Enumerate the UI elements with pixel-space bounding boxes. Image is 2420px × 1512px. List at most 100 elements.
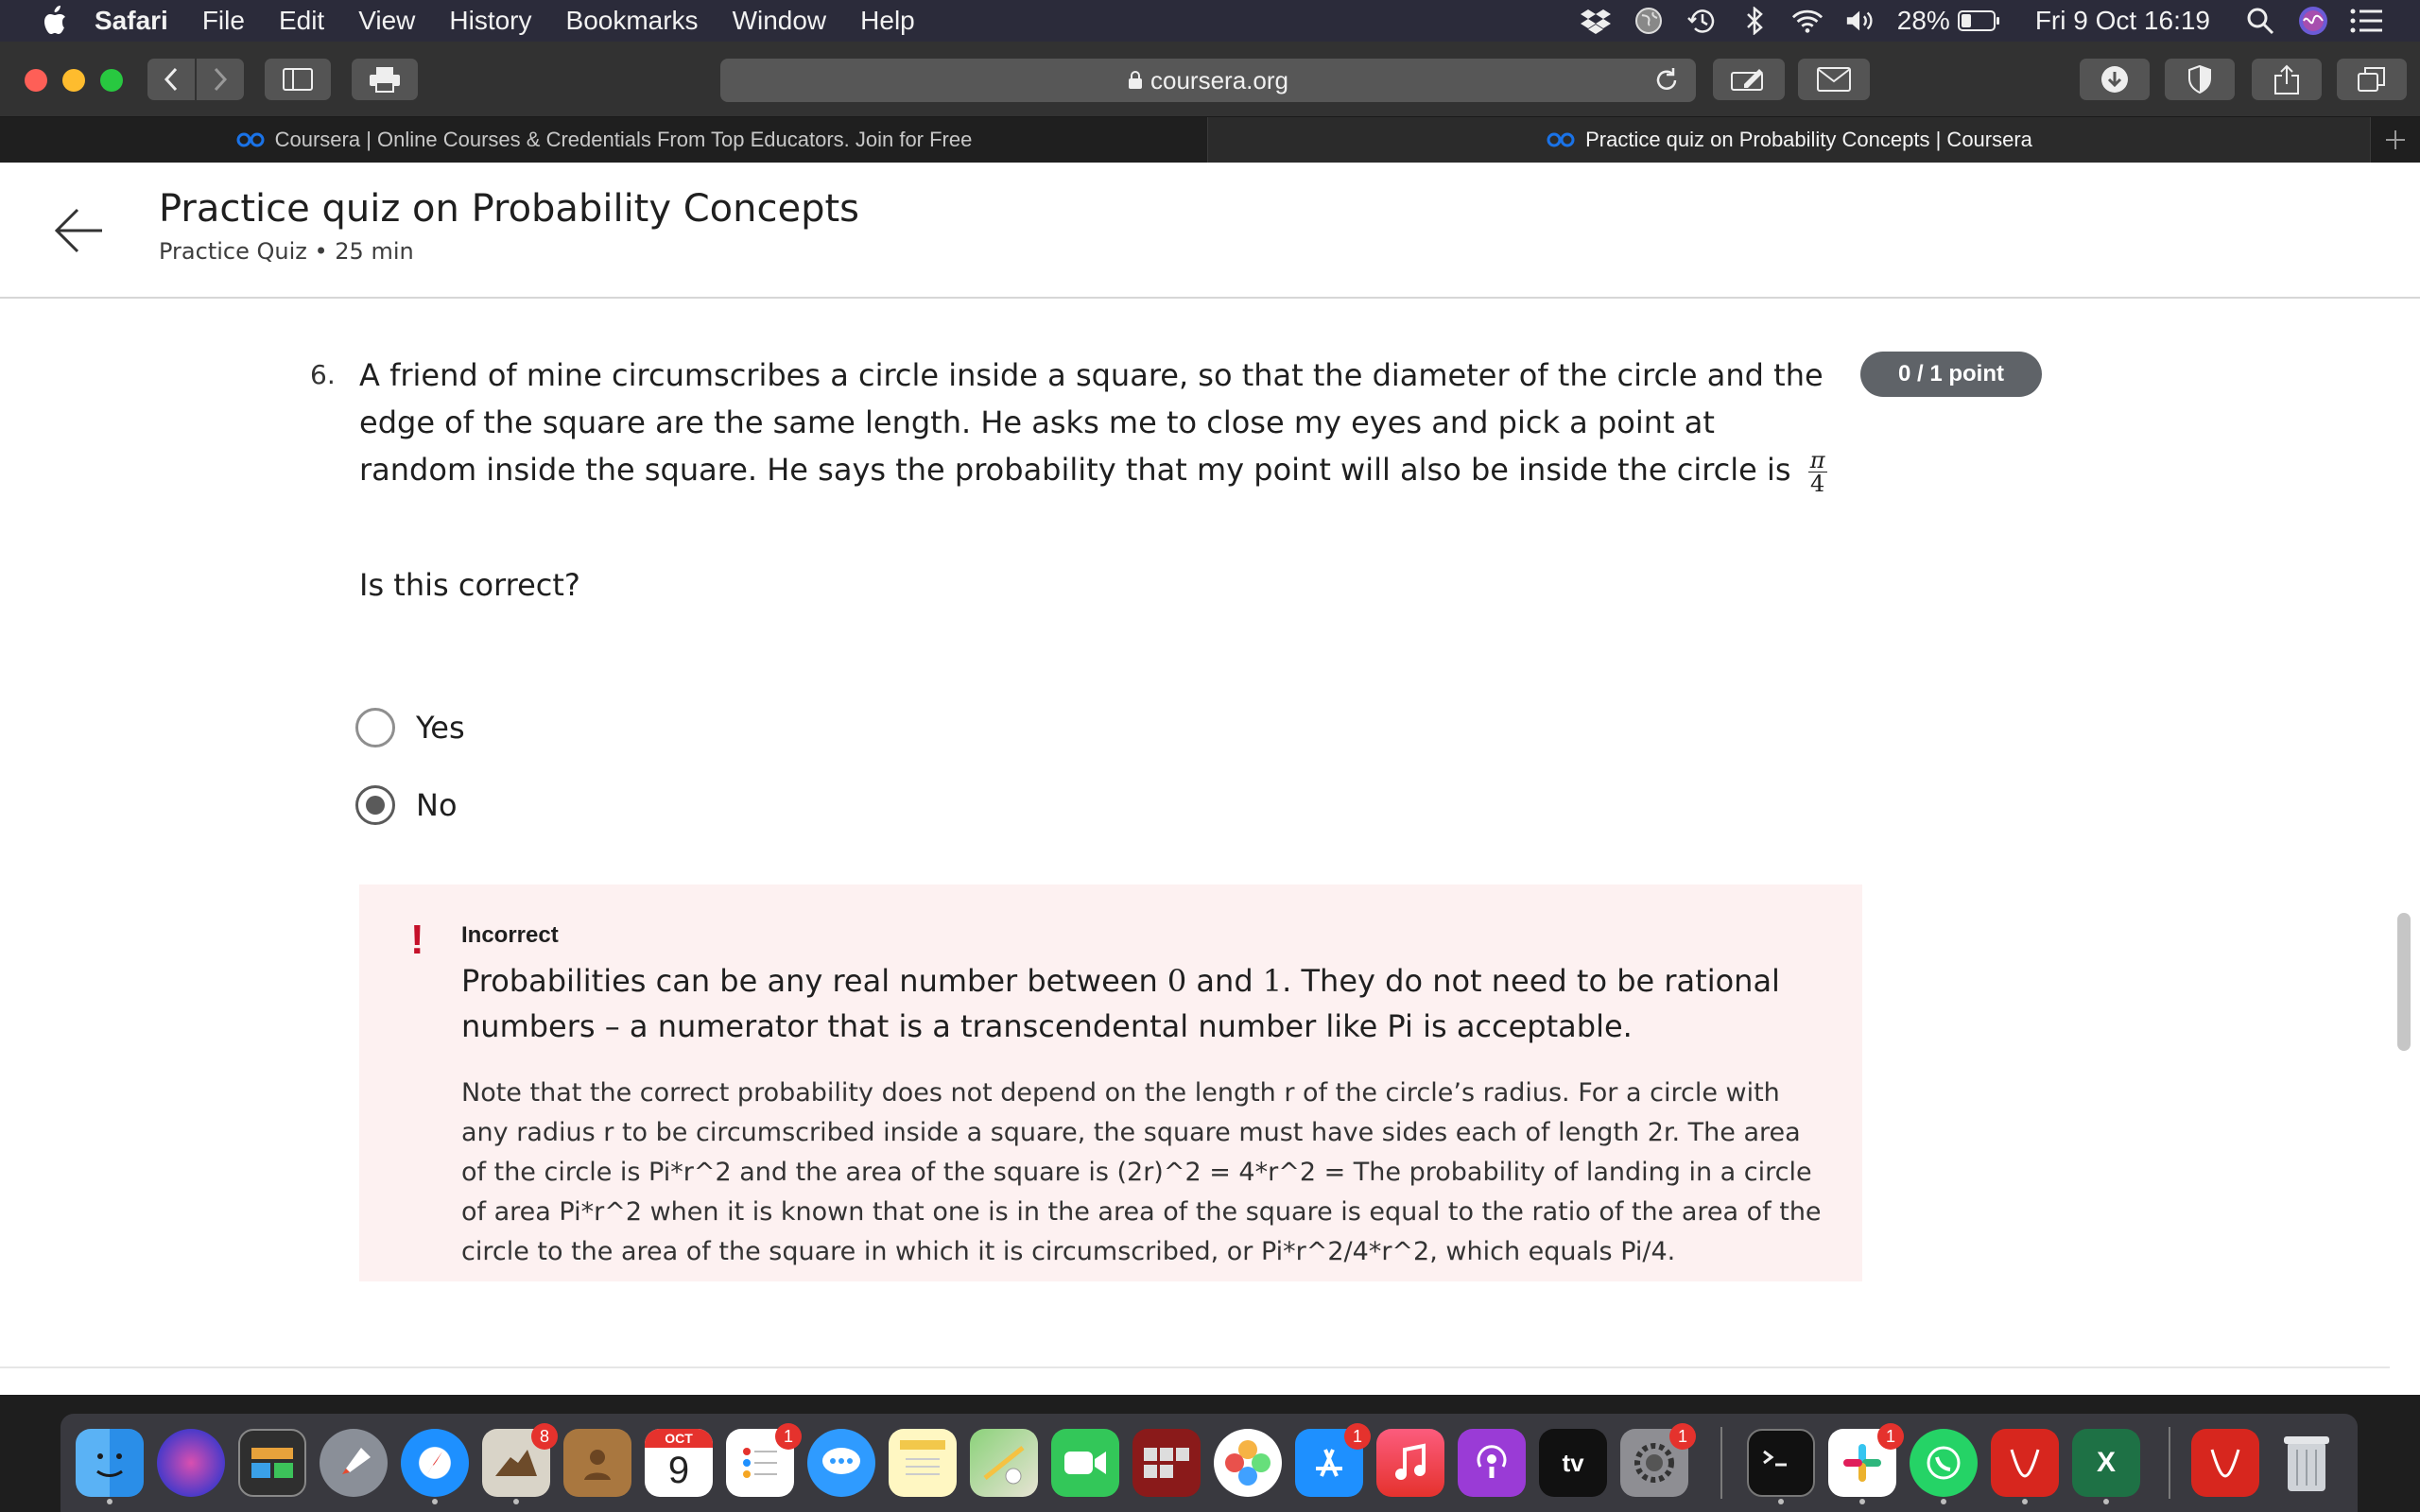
calendar-icon[interactable]: OCT 9 [645, 1429, 713, 1497]
math-zero: 0 [1167, 963, 1187, 999]
print-button[interactable] [352, 59, 418, 100]
contacts-icon[interactable] [563, 1429, 631, 1497]
fraction-pi-over-4: π 4 [1807, 446, 1827, 495]
whatsapp-icon[interactable] [1910, 1429, 1978, 1497]
zoom-window-button[interactable] [100, 69, 123, 92]
menu-window[interactable]: Window [733, 6, 827, 36]
option-yes[interactable]: Yes [355, 705, 465, 750]
downloads-button[interactable] [2080, 59, 2150, 100]
running-indicator [1778, 1499, 1784, 1504]
app-store-icon[interactable]: 1 [1295, 1423, 1371, 1497]
feedback-text-a: Probabilities can be any real number bet… [461, 963, 1167, 999]
photos-icon[interactable] [1214, 1429, 1282, 1497]
address-bar[interactable]: coursera.org [720, 59, 1696, 102]
podcasts-icon[interactable] [1458, 1429, 1526, 1497]
radio-yes[interactable] [355, 708, 395, 747]
volume-icon[interactable] [1844, 7, 1876, 35]
dropbox-icon[interactable] [1580, 7, 1612, 35]
page-scrollbar[interactable] [2397, 913, 2411, 1051]
radio-no[interactable] [355, 785, 395, 825]
activity-monitor-icon[interactable] [238, 1429, 306, 1497]
slack-icon[interactable]: 1 [1828, 1423, 1904, 1497]
menu-bar: Safari File Edit View History Bookmarks … [0, 0, 2420, 42]
notes-icon[interactable] [889, 1429, 957, 1497]
messages-icon[interactable] [807, 1429, 875, 1497]
excel-icon[interactable]: X [2072, 1429, 2140, 1497]
acrobat-document-icon[interactable] [2191, 1429, 2259, 1497]
menu-edit[interactable]: Edit [279, 6, 324, 36]
option-no[interactable]: No [355, 782, 458, 828]
math-one: 1 [1262, 963, 1283, 999]
menu-file[interactable]: File [202, 6, 245, 36]
siri-app-icon[interactable] [157, 1429, 225, 1497]
menu-safari[interactable]: Safari [95, 6, 168, 36]
siri-icon[interactable] [2297, 7, 2329, 35]
page-title: Practice quiz on Probability Concepts [159, 187, 860, 231]
terminal-icon[interactable] [1747, 1429, 1815, 1497]
tab-coursera-home[interactable]: Coursera | Online Courses & Credentials … [0, 117, 1208, 163]
error-icon: ! [410, 917, 424, 963]
calendar-month: OCT [645, 1429, 713, 1448]
close-window-button[interactable] [25, 69, 47, 92]
new-tab-button[interactable] [2371, 117, 2420, 163]
reload-icon[interactable] [1652, 66, 1681, 94]
launchpad-icon[interactable] [320, 1429, 388, 1497]
wifi-icon[interactable] [1791, 7, 1824, 35]
apple-tv-icon[interactable]: tv [1539, 1429, 1607, 1497]
facetime-icon[interactable] [1051, 1429, 1119, 1497]
tv-label: tv [1562, 1448, 1584, 1477]
slack-badge: 1 [1877, 1423, 1904, 1450]
menu-help[interactable]: Help [860, 6, 915, 36]
finder-icon[interactable] [76, 1429, 144, 1497]
back-arrow-icon[interactable] [53, 204, 106, 257]
tab-overview-button[interactable] [2337, 59, 2407, 100]
download-icon [2101, 66, 2128, 93]
clock[interactable]: Fri 9 Oct 16:19 [2035, 6, 2210, 36]
envelope-icon [1817, 67, 1851, 92]
forward-button[interactable] [197, 59, 244, 100]
tab-bar: Coursera | Online Courses & Credentials … [0, 117, 2420, 163]
coursera-logo-icon [236, 132, 265, 147]
running-indicator [107, 1499, 112, 1504]
battery-icon[interactable] [1957, 7, 2001, 35]
share-icon [2274, 64, 2299, 94]
notification-center-icon[interactable] [2350, 7, 2382, 35]
sidebar-toggle-button[interactable] [265, 59, 331, 100]
shield-icon [2188, 65, 2211, 94]
share-button[interactable] [2252, 59, 2322, 100]
pen-icon [1731, 69, 1763, 91]
running-indicator [1941, 1499, 1946, 1504]
page-subtitle: Practice Quiz • 25 min [159, 238, 414, 265]
tab-practice-quiz[interactable]: Practice quiz on Probability Concepts | … [1208, 117, 2371, 163]
menu-view[interactable]: View [358, 6, 415, 36]
time-machine-icon[interactable] [1685, 7, 1718, 35]
apple-icon[interactable] [40, 5, 68, 37]
acrobat-icon[interactable] [1991, 1429, 2059, 1497]
reminders-icon[interactable]: 1 [726, 1423, 802, 1497]
trash-icon[interactable] [2273, 1429, 2341, 1497]
bluetooth-icon[interactable] [1738, 7, 1771, 35]
menu-history[interactable]: History [449, 6, 531, 36]
mail-app-icon[interactable]: 8 [482, 1423, 558, 1497]
photo-booth-icon[interactable] [1132, 1429, 1201, 1497]
running-indicator [2022, 1499, 2028, 1504]
tab-title: Practice quiz on Probability Concepts | … [1585, 128, 2032, 151]
feedback-text-b: and [1186, 963, 1263, 999]
question-body: A friend of mine circumscribes a circle … [359, 357, 1824, 488]
fraction-numerator: π [1807, 446, 1827, 473]
annotate-button[interactable] [1713, 59, 1785, 100]
safari-app-icon[interactable] [401, 1429, 469, 1497]
plus-icon [2386, 130, 2405, 149]
minimize-window-button[interactable] [62, 69, 85, 92]
points-badge: 0 / 1 point [1860, 352, 2042, 397]
maps-icon[interactable] [970, 1429, 1038, 1497]
back-button[interactable] [147, 59, 195, 100]
globe-icon[interactable] [1633, 7, 1665, 35]
spotlight-search-icon[interactable] [2244, 7, 2276, 35]
menu-bookmarks[interactable]: Bookmarks [566, 6, 699, 36]
system-preferences-icon[interactable]: 1 [1620, 1423, 1696, 1497]
music-icon[interactable] [1376, 1429, 1444, 1497]
excel-label: X [2096, 1447, 2116, 1478]
privacy-button[interactable] [2165, 59, 2235, 100]
mail-button[interactable] [1798, 59, 1870, 100]
